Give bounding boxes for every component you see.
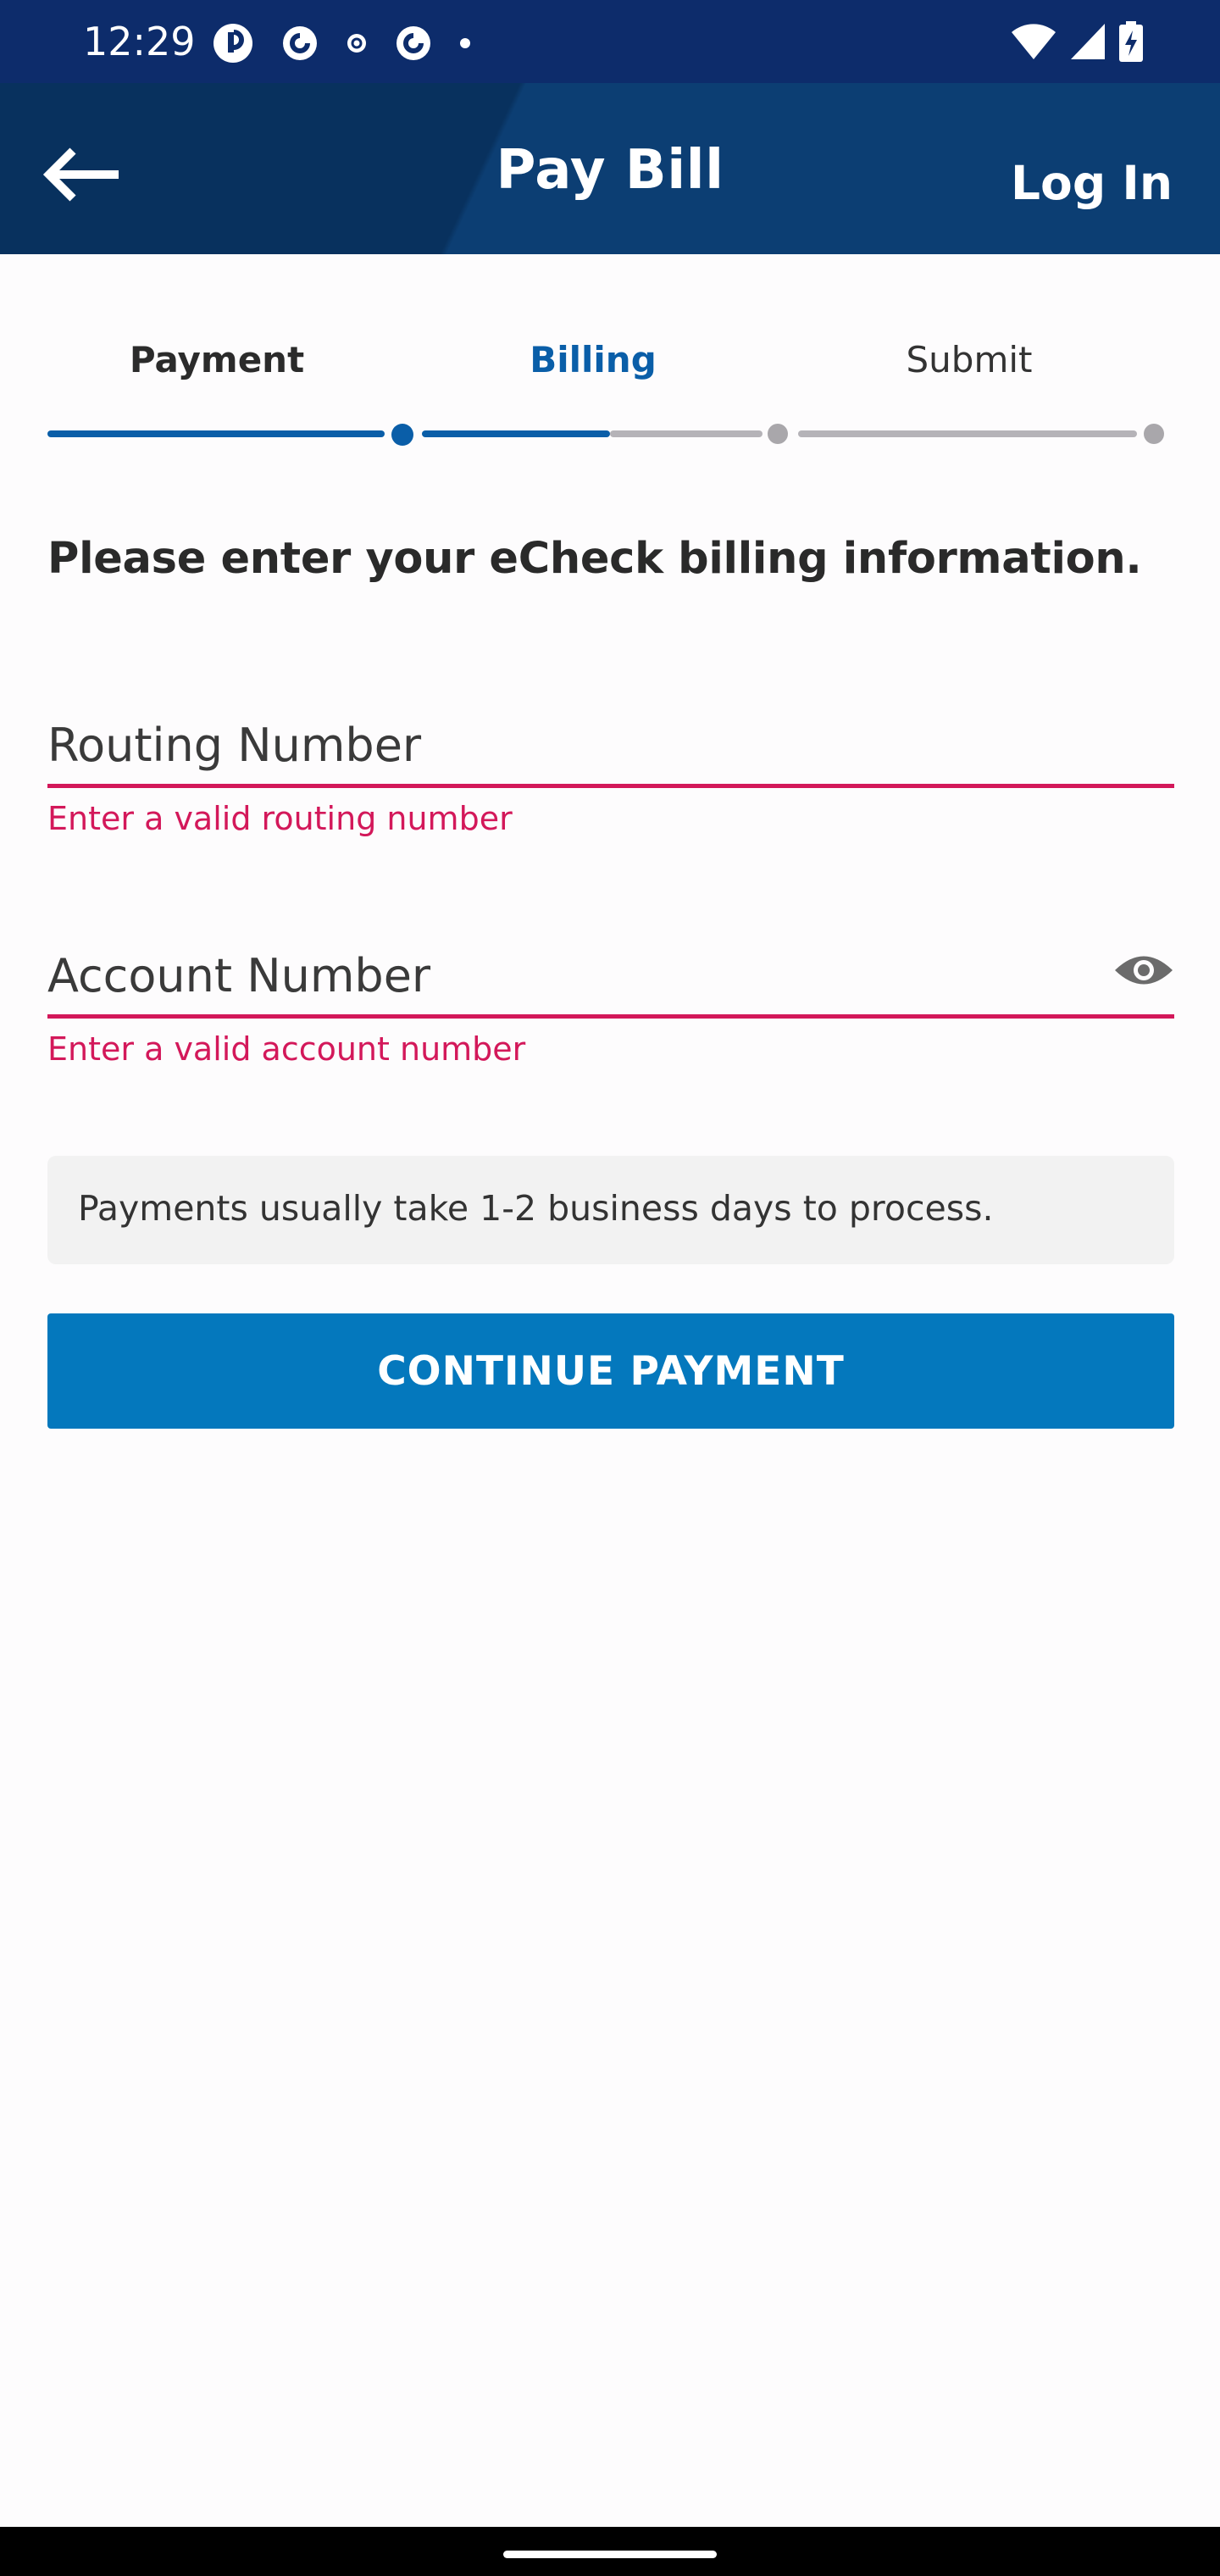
system-icons (1010, 20, 1144, 63)
system-nav-bar (0, 2527, 1220, 2576)
progress-dot-billing (391, 424, 413, 446)
routing-number-field: Enter a valid routing number (47, 707, 1174, 837)
account-number-input[interactable] (47, 937, 1174, 1019)
app-header: Pay Bill Log In (0, 83, 1220, 254)
routing-number-error: Enter a valid routing number (47, 800, 513, 837)
form-heading: Please enter your eCheck billing informa… (47, 534, 1142, 584)
step-submit[interactable]: Submit (800, 339, 1139, 380)
status-bar: 12:29 (0, 0, 1220, 83)
processing-info: Payments usually take 1-2 business days … (47, 1156, 1174, 1264)
progress-dot-end (1144, 424, 1164, 444)
progress-track-complete (47, 430, 385, 437)
routing-number-input[interactable] (47, 707, 1174, 788)
account-number-error: Enter a valid account number (47, 1030, 526, 1068)
progress-track-pending (610, 430, 762, 437)
signal-icon (1071, 24, 1105, 59)
account-number-field: Enter a valid account number (47, 937, 1174, 1068)
dot-icon (460, 38, 470, 48)
continue-payment-button[interactable]: CONTINUE PAYMENT (47, 1313, 1174, 1429)
step-billing[interactable]: Billing (424, 339, 762, 380)
stepper: Payment Billing Submit (0, 339, 1220, 398)
eye-icon (1115, 956, 1173, 985)
battery-charging-icon (1119, 21, 1143, 62)
app-notification-icon (214, 24, 252, 63)
small-notification-icon (347, 34, 366, 53)
status-time: 12:29 (83, 19, 196, 64)
stepper-progress (47, 424, 1173, 446)
notification-icons (212, 22, 471, 64)
home-indicator[interactable] (503, 2551, 717, 2558)
pocket-casts-icon (283, 26, 317, 60)
step-payment[interactable]: Payment (47, 339, 386, 380)
show-password-button[interactable] (1113, 951, 1174, 990)
pocket-casts-icon (396, 26, 430, 60)
progress-dot-submit (768, 424, 788, 444)
wifi-icon (1012, 24, 1056, 59)
progress-track-active (422, 430, 610, 437)
progress-track-pending-2 (798, 430, 1137, 437)
login-button[interactable]: Log In (1011, 156, 1173, 210)
